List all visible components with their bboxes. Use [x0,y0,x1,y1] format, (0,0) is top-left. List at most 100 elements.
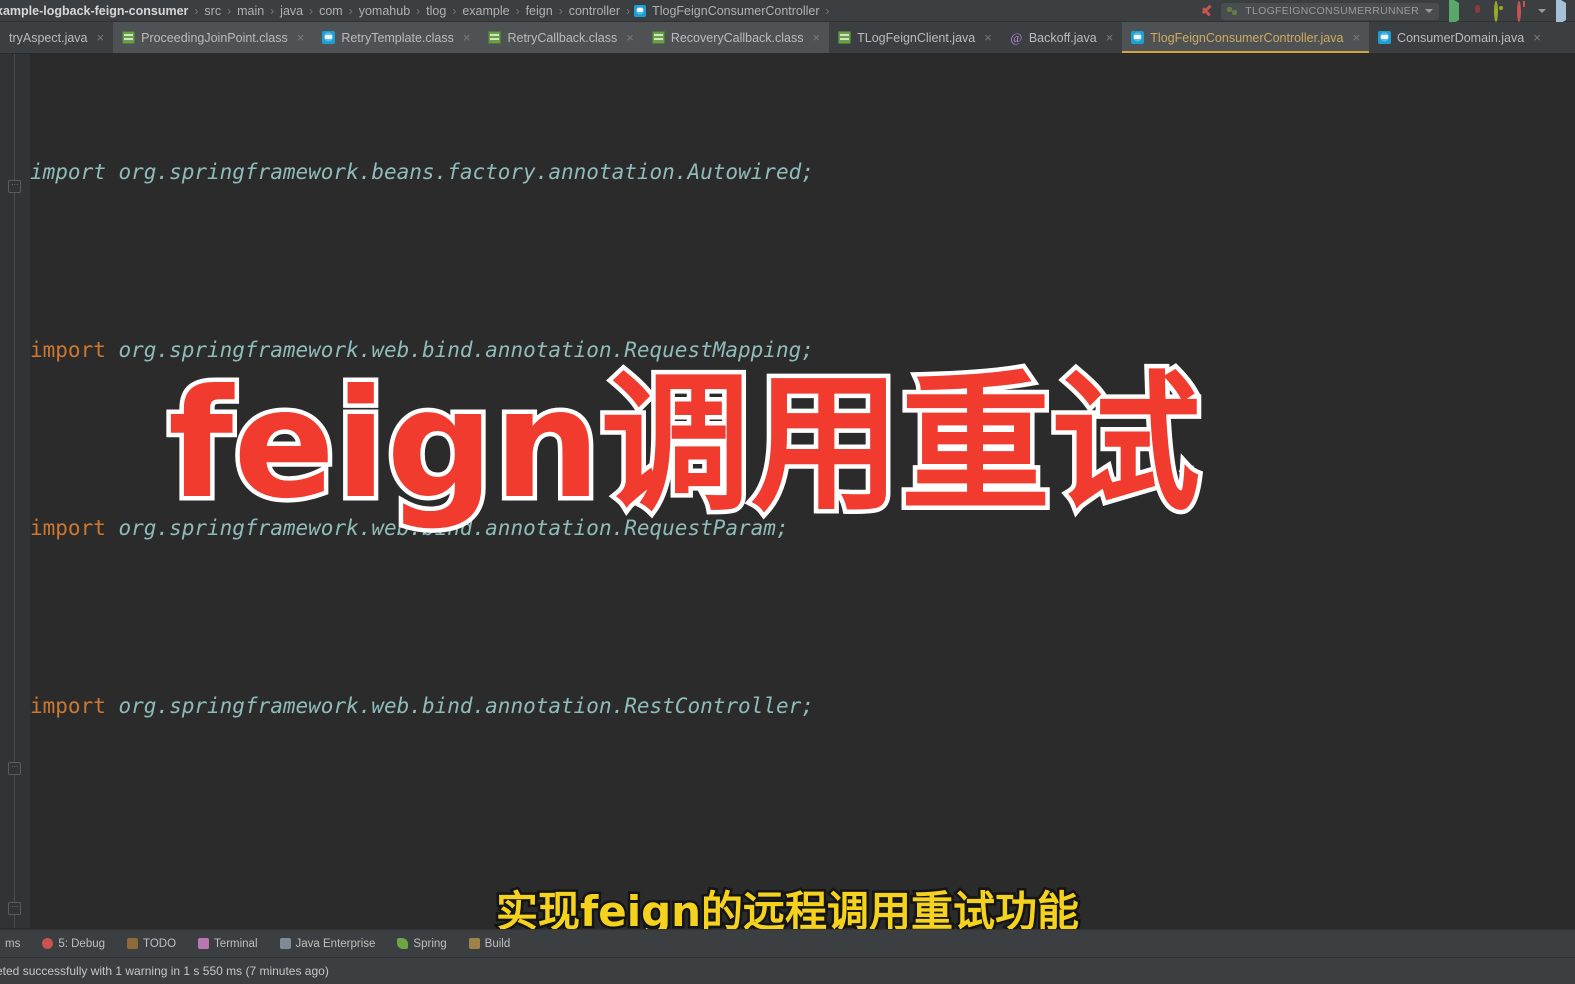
tab-label: ConsumerDomain.java [1397,30,1525,45]
tool-window-label: Build [484,937,511,950]
code-line-import-autowired[interactable]: import org.springframework.beans.factory… [30,150,1575,195]
pin-icon[interactable] [1200,4,1214,18]
tab-label: RetryCallback.class [507,30,618,45]
class-file-icon [488,31,502,44]
breadcrumb-item-java[interactable]: java [278,4,305,18]
spring-icon [397,938,409,949]
breadcrumb-item-controller[interactable]: controller [567,4,622,18]
breadcrumb-separator: › [416,3,421,18]
build-icon [468,938,480,949]
run-toolbar: TLOGFEIGNCONSUMERRUNNER [1200,0,1569,26]
close-icon[interactable]: × [984,30,992,45]
tool-window-build[interactable]: Build [468,937,511,950]
stop-button[interactable] [1515,1,1531,22]
tab-label: RetryTemplate.class [341,30,454,45]
breadcrumb-separator: › [626,3,631,18]
navigation-bar: xample-logback-feign-consumer › src › ma… [0,0,1575,26]
breadcrumb-separator: › [309,3,314,18]
breadcrumb-separator: › [558,3,563,18]
tool-window-label: Java Enterprise [295,937,376,950]
tool-window-label: Terminal [214,937,258,950]
java-enterprise-icon [279,938,291,949]
tool-window-java-enterprise[interactable]: Java Enterprise [279,937,376,950]
code-line-import-restcontroller[interactable]: import org.springframework.web.bind.anno… [30,684,1575,729]
close-icon[interactable]: × [1106,30,1114,45]
tab-proceedingjoinpoint-class[interactable]: ProceedingJoinPoint.class × [113,22,314,53]
tab-label: RecoveryCallback.class [670,30,804,45]
tab-tlogfeignconsumercontroller-java[interactable]: TlogFeignConsumerController.java × [1122,22,1370,53]
status-bar: eted successfully with 1 warning in 1 s … [0,957,1575,984]
breadcrumb-separator: › [194,3,199,18]
tab-label: TLogFeignClient.java [857,30,976,45]
java-file-icon [1378,31,1392,44]
close-icon[interactable]: × [463,30,471,45]
keyword-import: import [30,515,106,540]
breadcrumb-separator: › [825,3,830,18]
ide-window: xample-logback-feign-consumer › src › ma… [0,0,1575,984]
chevron-down-icon[interactable] [1425,9,1433,13]
breadcrumb-item-src[interactable]: src [202,4,223,18]
java-file-icon [634,4,647,17]
tool-window-debug[interactable]: 5: Debug [42,938,105,950]
run-next-button[interactable] [1553,0,1569,26]
close-icon[interactable]: × [97,30,105,45]
close-icon[interactable]: × [1533,30,1541,45]
breadcrumb-separator: › [270,3,275,18]
annotation-icon: @ [1010,30,1023,45]
tool-window-label: ms [5,937,21,950]
breadcrumb-item-example[interactable]: example [460,4,511,18]
run-button[interactable] [1446,0,1462,26]
coverage-button[interactable] [1492,1,1508,22]
tool-window-label: Spring [413,937,447,950]
breadcrumb-item-main[interactable]: main [235,4,266,18]
breadcrumb-separator: › [227,3,232,18]
debug-icon [42,938,54,949]
tool-window-label: TODO [143,937,177,950]
code-text: import org.springframework.beans.factory… [30,159,814,184]
tool-window-todo[interactable]: TODO [127,938,176,950]
close-icon[interactable]: × [813,30,821,45]
run-configuration-label: TLOGFEIGNCONSUMERRUNNER [1245,5,1419,17]
chevron-down-small-icon[interactable] [1538,9,1546,13]
debug-button[interactable] [1469,3,1485,19]
class-file-icon [122,31,136,44]
todo-icon [127,938,139,949]
breadcrumb-item-feign[interactable]: feign [524,4,555,18]
tab-retryaspect-java[interactable]: tryAspect.java × [0,22,114,53]
editor-gutter[interactable] [0,54,30,928]
java-file-icon [322,31,336,44]
tool-window-spring[interactable]: Spring [397,937,447,950]
close-icon[interactable]: × [626,30,634,45]
breadcrumb-item-com[interactable]: com [317,4,345,18]
tab-retrycallback-class[interactable]: RetryCallback.class × [479,22,643,53]
editor-tab-bar: tryAspect.java × ProceedingJoinPoint.cla… [0,22,1575,54]
keyword-import: import [30,693,106,718]
status-message: eted successfully with 1 warning in 1 s … [0,964,329,978]
close-icon[interactable]: × [297,30,305,45]
tool-window-ms[interactable]: ms [5,938,20,950]
breadcrumb-separator: › [348,3,353,18]
breadcrumb-item-tlog[interactable]: tlog [424,4,448,18]
tab-label: TlogFeignConsumerController.java [1150,30,1344,45]
tool-window-terminal[interactable]: Terminal [198,937,258,950]
breadcrumb[interactable]: xample-logback-feign-consumer › src › ma… [0,4,834,18]
fold-marker-icon[interactable] [8,177,21,193]
breadcrumb-item-class[interactable]: TlogFeignConsumerController [650,4,821,18]
java-file-icon [1131,31,1145,44]
breadcrumb-module[interactable]: xample-logback-feign-consumer [0,4,190,18]
breadcrumb-item-yomahub[interactable]: yomahub [357,4,412,18]
tool-window-bar: ms 5: Debug TODO Terminal Java Enterpris… [0,929,1575,957]
tab-retrytemplate-class[interactable]: RetryTemplate.class × [313,22,480,53]
close-icon[interactable]: × [1352,30,1360,45]
breadcrumb-separator: › [515,3,520,18]
run-configuration-selector[interactable]: TLOGFEIGNCONSUMERRUNNER [1221,2,1439,20]
tab-recoverycallback-class[interactable]: RecoveryCallback.class × [642,22,830,53]
tab-tlogfeignclient-java[interactable]: TLogFeignClient.java × [829,22,1001,53]
tab-label: ProceedingJoinPoint.class [141,30,288,45]
tool-window-label: 5: Debug [58,937,106,950]
tab-consumerdomain-java[interactable]: ConsumerDomain.java × [1369,22,1550,53]
tab-backoff-java[interactable]: @ Backoff.java × [1000,22,1123,53]
tab-label: Backoff.java [1028,30,1097,45]
overlay-title: feign调用重试 [164,354,1206,537]
fold-marker-icon[interactable] [8,759,21,775]
